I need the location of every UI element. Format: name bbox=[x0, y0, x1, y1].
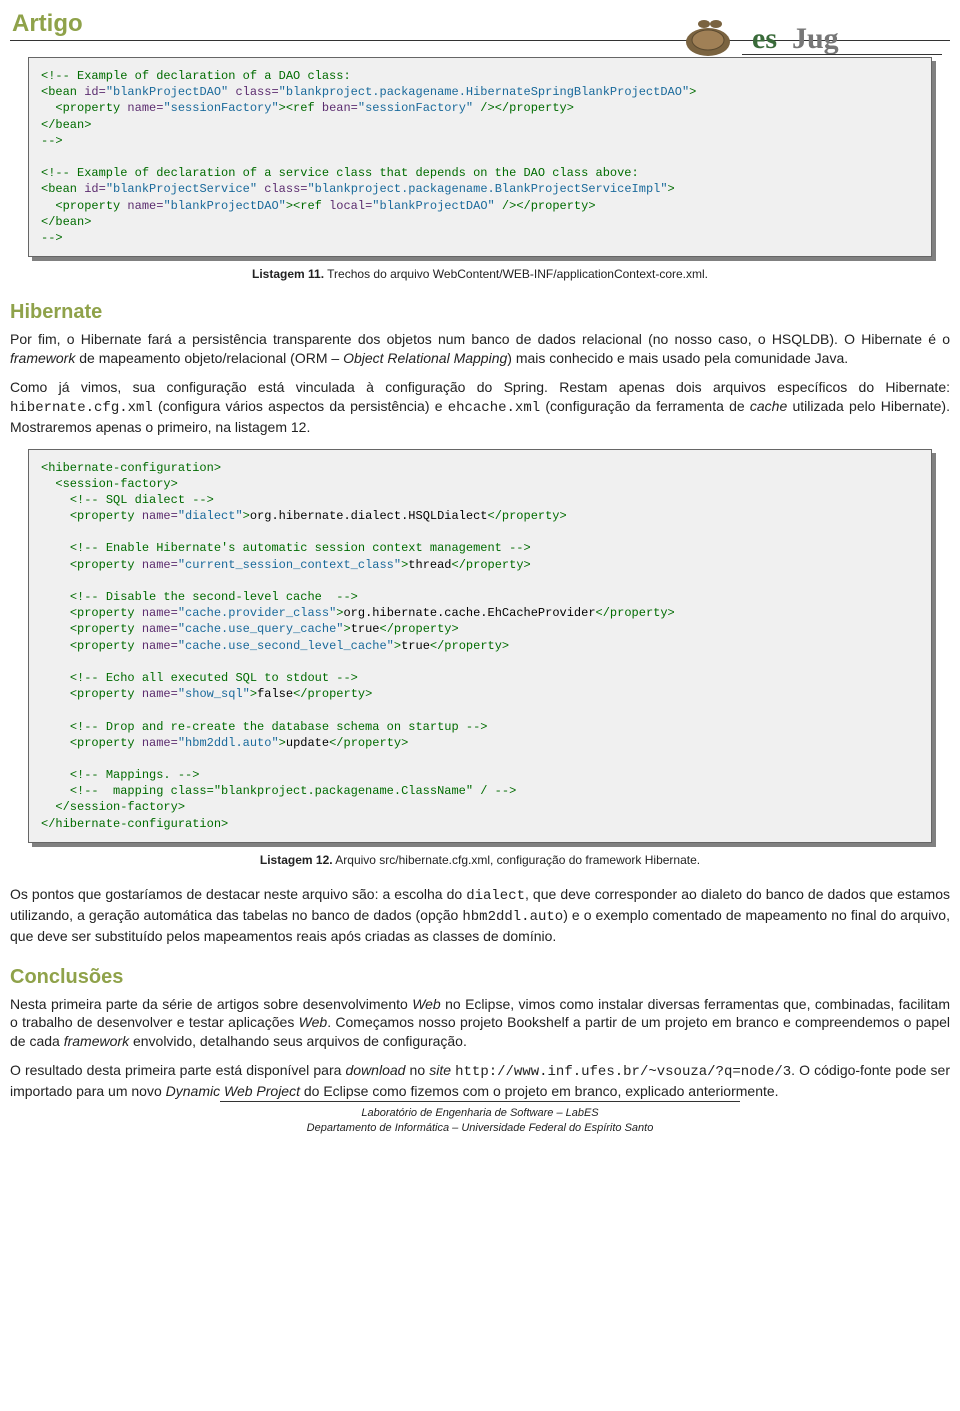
svg-text:es: es bbox=[752, 22, 777, 55]
paragraph: Os pontos que gostaríamos de destacar ne… bbox=[10, 885, 950, 946]
page-title: Artigo bbox=[10, 10, 83, 38]
section-hibernate: Hibernate bbox=[10, 301, 950, 324]
paragraph: O resultado desta primeira parte está di… bbox=[10, 1061, 950, 1101]
paragraph: Nesta primeira parte da série de artigos… bbox=[10, 995, 950, 1052]
svg-text:Jug: Jug bbox=[792, 22, 839, 55]
paragraph: Por fim, o Hibernate fará a persistência… bbox=[10, 330, 950, 368]
paragraph: Como já vimos, sua configuração está vin… bbox=[10, 378, 950, 437]
download-url[interactable]: http://www.inf.ufes.br/~vsouza/?q=node/3 bbox=[455, 1064, 791, 1080]
page-footer: Laboratório de Engenharia de Software – … bbox=[0, 1101, 960, 1135]
section-conclusoes: Conclusões bbox=[10, 966, 950, 989]
code-content: <hibernate-configuration> <session-facto… bbox=[28, 449, 932, 843]
code-content: <!-- Example of declaration of a DAO cla… bbox=[28, 57, 932, 257]
code-listing-12: <hibernate-configuration> <session-facto… bbox=[28, 449, 932, 843]
code-listing-11: <!-- Example of declaration of a DAO cla… bbox=[28, 57, 932, 257]
listing-12-caption: Listagem 12. Arquivo src/hibernate.cfg.x… bbox=[10, 853, 950, 867]
listing-11-caption: Listagem 11. Trechos do arquivo WebConte… bbox=[10, 267, 950, 281]
